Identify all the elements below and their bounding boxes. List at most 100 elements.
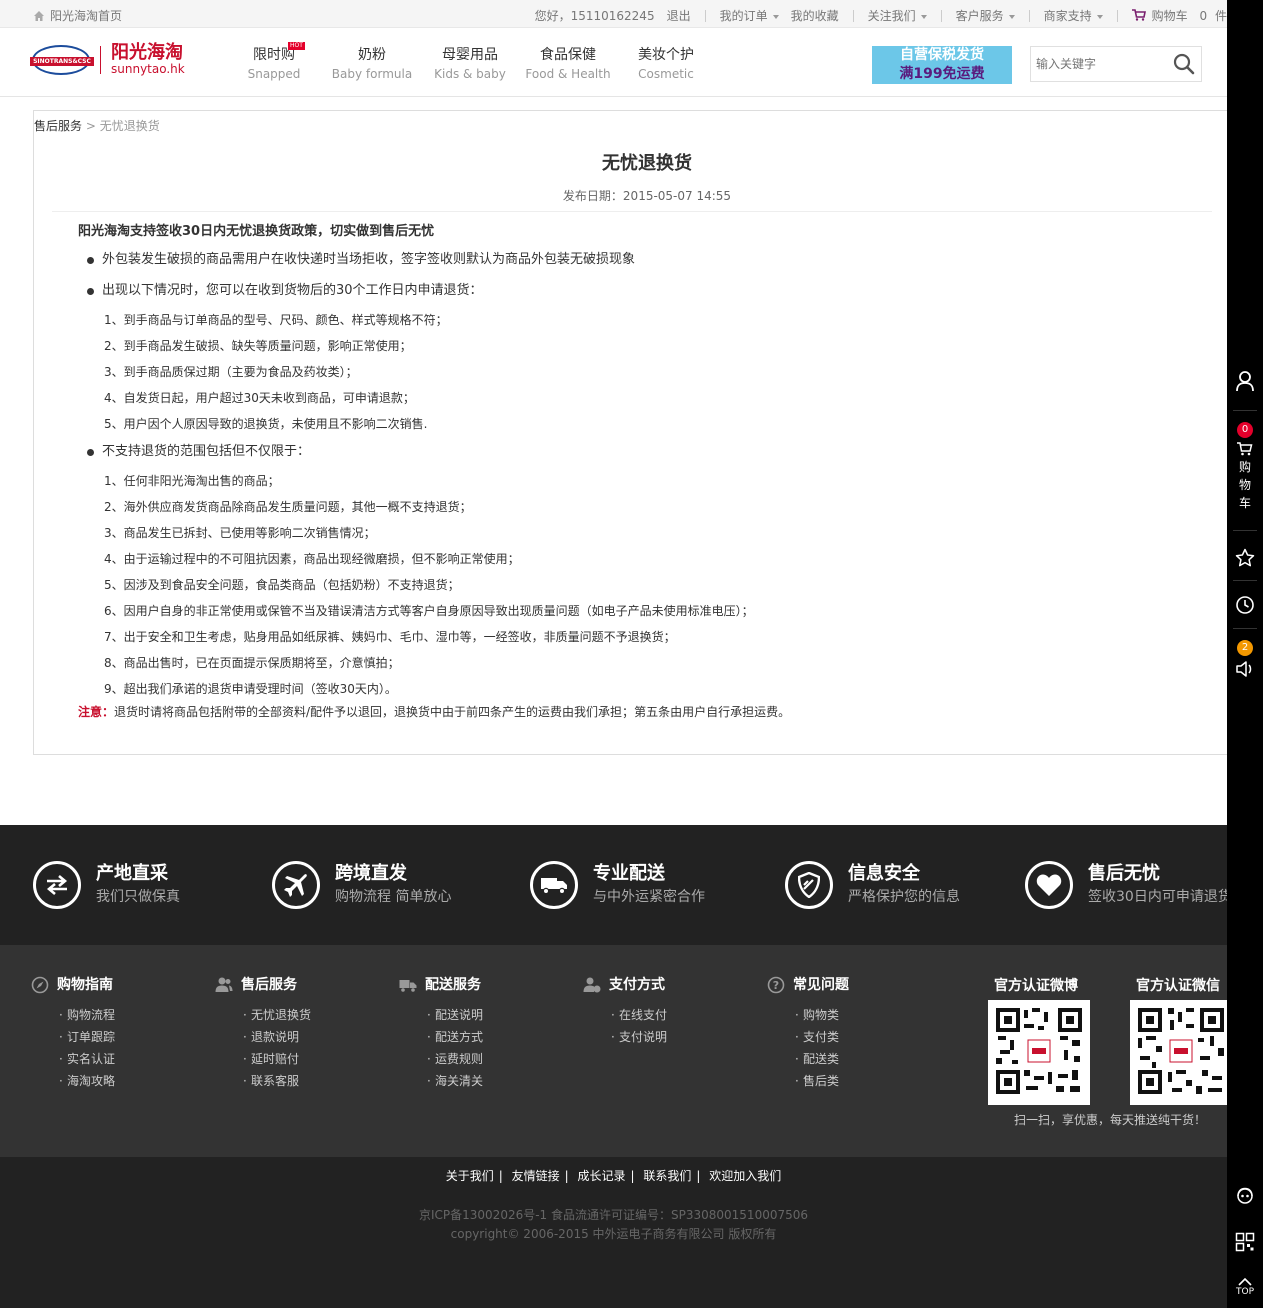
user-button[interactable]: [1227, 370, 1263, 392]
search-input[interactable]: [1031, 47, 1161, 81]
nav-item-cosmetic[interactable]: 美妆个护 Cosmetic: [617, 45, 715, 83]
customer-service-button[interactable]: [1227, 1186, 1263, 1206]
main-nav: 限时购 Snapped HOT 奶粉 Baby formula 母婴用品 Kid…: [225, 42, 715, 83]
footer-link[interactable]: 在线支付: [611, 1004, 667, 1026]
list-item: 6、因用户自身的非正常使用或保管不当及错误清洁方式等客户自身原因导致出现质量问题…: [104, 604, 754, 618]
nav-item-snapped[interactable]: 限时购 Snapped HOT: [225, 42, 323, 83]
nav-item-kids-baby[interactable]: 母婴用品 Kids & baby: [421, 45, 519, 83]
footer-link[interactable]: 海淘攻略: [59, 1070, 115, 1092]
divider: [1233, 410, 1257, 411]
notice-button[interactable]: 2: [1227, 640, 1263, 678]
svg-text:?: ?: [773, 979, 779, 992]
note: 注意：退货时请将商品包括附带的全部资料/配件予以退回，退换货中由于前四条产生的运…: [78, 703, 1198, 721]
footer-link[interactable]: 订单跟踪: [59, 1026, 115, 1048]
list-item: 5、用户因个人原因导致的退换货，未使用且不影响二次销售.: [104, 417, 428, 431]
follow-us-label: 关注我们: [867, 9, 916, 23]
headset-icon: [1237, 1187, 1253, 1204]
footer-link[interactable]: 配送方式: [427, 1026, 483, 1048]
qr-code-button[interactable]: [1227, 1232, 1263, 1252]
top-label: TOP: [1235, 1287, 1254, 1297]
article-panel: 售后服务 > 无忧退换货 无忧退换货 发布日期：2015-05-07 14:55…: [33, 110, 1227, 755]
truck-icon: [399, 980, 417, 992]
user-icon: [1236, 371, 1254, 392]
feature-band: 产地直采 我们只做保真 跨境直发 购物流程 简单放心 专业配送 与中外运紧密合作 信息…: [0, 825, 1232, 945]
wechat-qr-title: 官方认证微信: [1136, 978, 1220, 994]
bottom-link[interactable]: 联系我们: [643, 1167, 691, 1184]
favorites-button[interactable]: [1227, 548, 1263, 568]
breadcrumb-parent[interactable]: 售后服务: [34, 119, 82, 133]
greeting: 您好，15110162245: [534, 9, 655, 23]
footer-link[interactable]: 配送说明: [427, 1004, 483, 1026]
footer-link[interactable]: 购物流程: [59, 1004, 115, 1026]
logo[interactable]: SINOTRANS&CSC 阳光海淘 sunnytao.hk: [30, 42, 185, 76]
footer-link[interactable]: 联系客服: [243, 1070, 311, 1092]
footer-link[interactable]: 支付类: [795, 1026, 849, 1048]
footer-col-delivery: 配送服务 配送说明 配送方式 运费规则 海关清关: [399, 975, 483, 1092]
my-orders-menu[interactable]: 我的订单: [714, 7, 785, 24]
header: SINOTRANS&CSC 阳光海淘 sunnytao.hk 限时购 Snapp…: [0, 29, 1227, 97]
bullet-item: 外包装发生破损的商品需用户在收快递时当场拒收，签字签收则默认为商品外包装无破损现…: [78, 251, 1198, 269]
back-to-top-button[interactable]: TOP: [1227, 1278, 1263, 1298]
plane-icon: [272, 861, 320, 909]
shield-icon: [785, 861, 833, 909]
footer-link[interactable]: 实名认证: [59, 1048, 115, 1070]
nav-item-food-health[interactable]: 食品保健 Food & Health: [519, 45, 617, 83]
weibo-qr-code: [988, 1000, 1090, 1105]
divider: [1233, 628, 1257, 629]
cart-button[interactable]: 0 购物车: [1227, 422, 1263, 512]
feature-sub: 签收30日内可申请退货: [1088, 889, 1232, 905]
feature-item: 产地直采 我们只做保真: [33, 861, 180, 909]
list-item: 2、到手商品发生破损、缺失等质量问题，影响正常使用；: [104, 339, 412, 353]
logo-band-text: SINOTRANS&CSC: [30, 56, 94, 66]
promo-banner[interactable]: 自营保税发货 满199免运费: [872, 46, 1012, 84]
merchant-support-label: 商家支持: [1043, 9, 1092, 23]
footer-link[interactable]: 运费规则: [427, 1048, 483, 1070]
logo-cn: 阳光海淘: [111, 42, 183, 63]
link-separator: |: [564, 1169, 569, 1183]
promo-line1: 自营保税发货: [900, 47, 984, 63]
nav-sublabel: Snapped: [247, 67, 301, 81]
nav-sublabel: Cosmetic: [638, 67, 694, 81]
home-label: 阳光海淘首页: [50, 9, 123, 23]
bottom-link[interactable]: 关于我们: [446, 1167, 494, 1184]
icp-license: 京ICP备13002026号-1 食品流通许可证编号：SP33080015100…: [418, 1208, 809, 1222]
home-link[interactable]: 阳光海淘首页: [33, 7, 122, 24]
note-label: 注意：: [78, 705, 115, 719]
footer-link[interactable]: 售后类: [795, 1070, 849, 1092]
merchant-support-menu[interactable]: 商家支持: [1038, 7, 1109, 24]
feature-title: 跨境直发: [335, 863, 407, 884]
bottom-link[interactable]: 欢迎加入我们: [709, 1167, 781, 1184]
search-icon[interactable]: [1173, 53, 1195, 75]
qr-code-image: [1136, 1006, 1226, 1096]
footer-link[interactable]: 购物类: [795, 1004, 849, 1026]
divider: [1028, 9, 1030, 22]
favorites-link[interactable]: 我的收藏: [785, 7, 845, 24]
divider: [852, 9, 854, 22]
footer-link[interactable]: 退款说明: [243, 1026, 311, 1048]
footer-link[interactable]: 支付说明: [611, 1026, 667, 1048]
footer-col-title: 常见问题: [793, 977, 849, 993]
footer-link[interactable]: 延时赔付: [243, 1048, 311, 1070]
customer-service-menu[interactable]: 客户服务: [950, 7, 1021, 24]
cart-link[interactable]: 购物车 0 件: [1126, 7, 1227, 24]
nav-item-baby-formula[interactable]: 奶粉 Baby formula: [323, 45, 421, 83]
footer-link[interactable]: 配送类: [795, 1048, 849, 1070]
qr-note: 扫一扫，享优惠，每天推送纯干货！: [1014, 1113, 1207, 1127]
hot-badge: HOT: [288, 42, 305, 50]
footer-link[interactable]: 无忧退换货: [243, 1004, 311, 1026]
chevron-down-icon: [1008, 14, 1015, 19]
feature-item: 信息安全 严格保护您的信息: [785, 861, 960, 909]
feature-title: 专业配送: [593, 863, 665, 884]
footer-col-faq: ? 常见问题 购物类 支付类 配送类 售后类: [767, 975, 849, 1092]
footer-link[interactable]: 海关清关: [427, 1070, 483, 1092]
follow-us-menu[interactable]: 关注我们: [862, 7, 933, 24]
history-button[interactable]: [1227, 595, 1263, 615]
search-box: [1030, 46, 1202, 82]
logout-link[interactable]: 退出: [661, 7, 697, 24]
chevron-down-icon: [920, 14, 927, 19]
nav-label: 美妆个护: [638, 47, 694, 63]
bottom-link[interactable]: 友情链接: [512, 1167, 560, 1184]
footer-col-shopping-guide: 购物指南 购物流程 订单跟踪 实名认证 海淘攻略: [31, 975, 115, 1092]
exchange-icon: [33, 861, 81, 909]
bottom-link[interactable]: 成长记录: [577, 1167, 625, 1184]
